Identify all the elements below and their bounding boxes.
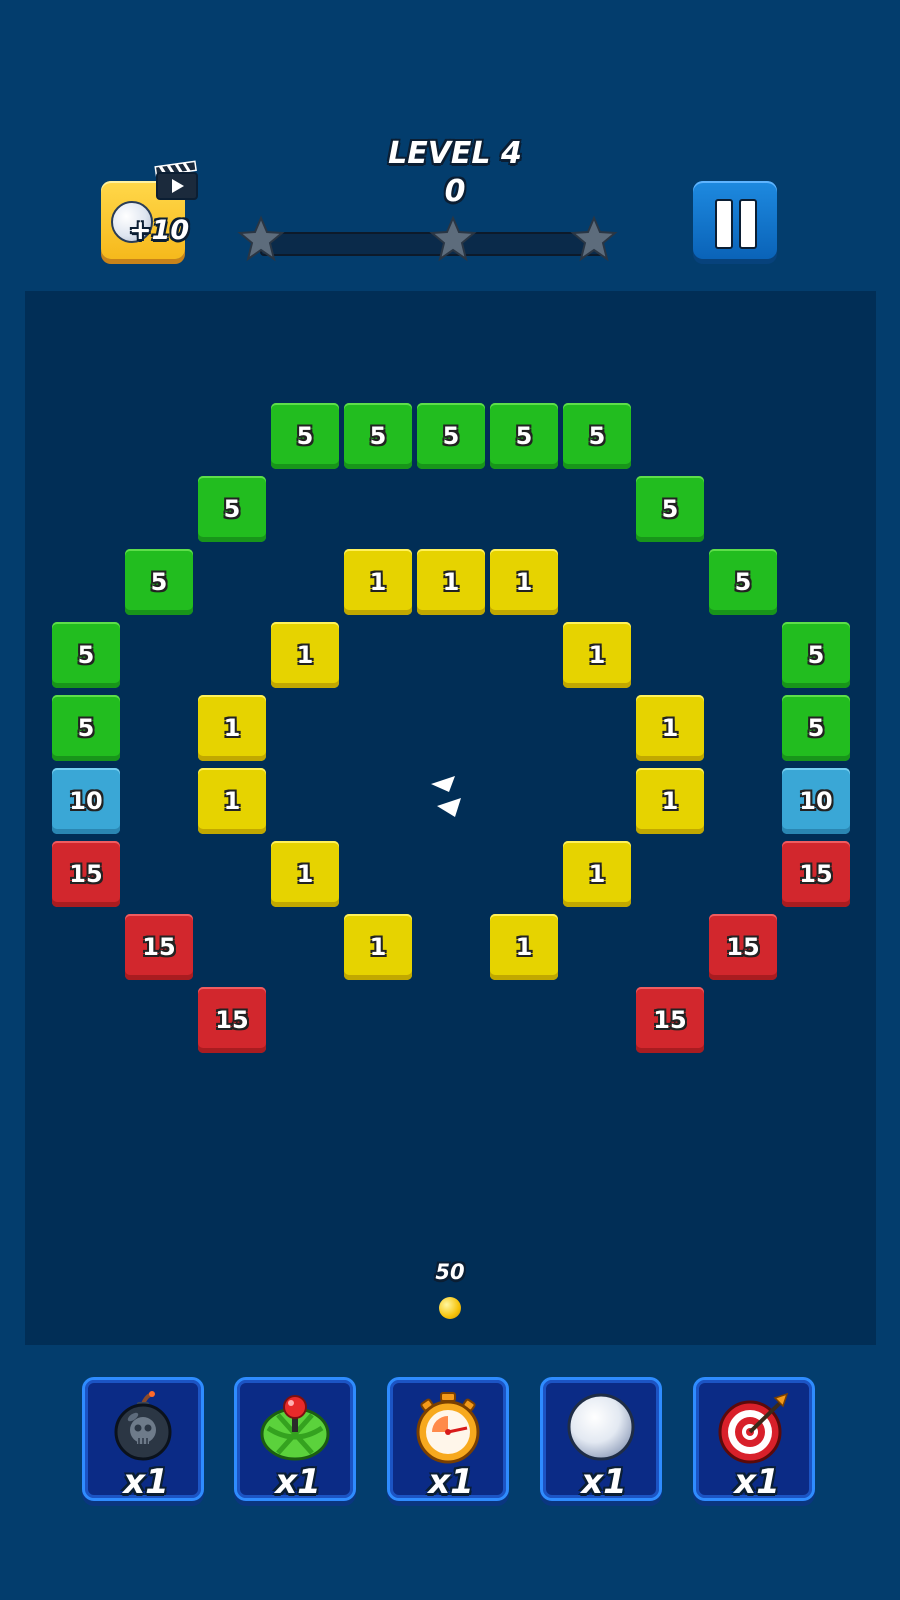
joystick-icon xyxy=(260,1395,330,1461)
yellow-brick: 1 xyxy=(490,914,558,980)
yellow-brick: 1 xyxy=(563,841,631,907)
yellow-brick: 1 xyxy=(563,622,631,688)
red-brick: 15 xyxy=(198,987,266,1053)
brick-hit-count: 5 xyxy=(515,422,533,450)
brick-hit-count: 5 xyxy=(296,422,314,450)
red-brick: 15 xyxy=(782,841,850,907)
brick-hit-count: 5 xyxy=(807,641,825,669)
brick-hit-count: 15 xyxy=(799,860,833,888)
green-brick: 5 xyxy=(52,695,120,761)
powerup-bomb-button[interactable]: x1 xyxy=(82,1377,204,1502)
red-brick: 15 xyxy=(636,987,704,1053)
brick-hit-count: 1 xyxy=(442,568,460,596)
powerup-stopwatch-button[interactable]: x1 xyxy=(387,1377,509,1502)
target-icon xyxy=(718,1392,789,1464)
green-brick: 5 xyxy=(52,622,120,688)
powerup-count: x1 xyxy=(275,1462,321,1502)
level-title: LEVEL 4 xyxy=(388,136,522,171)
powerup-target-button[interactable]: x1 xyxy=(693,1377,815,1502)
brick-hit-count: 1 xyxy=(223,714,241,742)
brick-hit-count: 15 xyxy=(215,1006,249,1034)
red-brick: 15 xyxy=(709,914,777,980)
ad-bonus-label: +10 xyxy=(129,215,190,246)
brick-hit-count: 10 xyxy=(799,787,833,815)
brick-hit-count: 1 xyxy=(369,933,387,961)
yellow-brick: 1 xyxy=(271,841,339,907)
brick-hit-count: 1 xyxy=(661,714,679,742)
green-brick: 5 xyxy=(563,403,631,469)
brick-hit-count: 10 xyxy=(69,787,103,815)
brick-hit-count: 15 xyxy=(142,933,176,961)
aim-cursor-icon xyxy=(431,776,461,817)
brick-hit-count: 1 xyxy=(588,641,606,669)
powerup-count: x1 xyxy=(123,1462,169,1502)
powerup-count: x1 xyxy=(428,1462,474,1502)
brick-hit-count: 5 xyxy=(661,495,679,523)
green-brick: 5 xyxy=(344,403,412,469)
red-brick: 15 xyxy=(125,914,193,980)
brick-hit-count: 5 xyxy=(588,422,606,450)
yellow-brick: 1 xyxy=(271,622,339,688)
brick-hit-count: 15 xyxy=(69,860,103,888)
green-brick: 5 xyxy=(198,476,266,542)
stopwatch-icon xyxy=(416,1392,480,1464)
yellow-brick: 1 xyxy=(636,768,704,834)
launch-ball[interactable] xyxy=(439,1297,461,1319)
brick-hit-count: 5 xyxy=(807,714,825,742)
pause-button[interactable] xyxy=(693,181,777,259)
brick-hit-count: 1 xyxy=(515,568,533,596)
red-brick: 15 xyxy=(52,841,120,907)
brick-hit-count: 5 xyxy=(369,422,387,450)
brick-hit-count: 1 xyxy=(296,641,314,669)
powerup-count: x1 xyxy=(581,1462,627,1502)
pause-icon xyxy=(739,199,757,249)
yellow-brick: 1 xyxy=(417,549,485,615)
brick-hit-count: 15 xyxy=(726,933,760,961)
green-brick: 5 xyxy=(782,695,850,761)
pause-icon xyxy=(715,199,733,249)
yellow-brick: 1 xyxy=(344,914,412,980)
blue-brick: 10 xyxy=(782,768,850,834)
brick-hit-count: 1 xyxy=(661,787,679,815)
powerup-joystick-button[interactable]: x1 xyxy=(234,1377,356,1502)
brick-hit-count: 5 xyxy=(442,422,460,450)
green-brick: 5 xyxy=(636,476,704,542)
brick-hit-count: 5 xyxy=(223,495,241,523)
green-brick: 5 xyxy=(782,622,850,688)
ball-count-label: 50 xyxy=(435,1260,465,1284)
green-brick: 5 xyxy=(271,403,339,469)
green-brick: 5 xyxy=(709,549,777,615)
brick-hit-count: 15 xyxy=(653,1006,687,1034)
brick-hit-count: 1 xyxy=(588,860,606,888)
yellow-brick: 1 xyxy=(490,549,558,615)
blue-brick: 10 xyxy=(52,768,120,834)
brick-hit-count: 1 xyxy=(296,860,314,888)
yellow-brick: 1 xyxy=(198,768,266,834)
brick-hit-count: 1 xyxy=(515,933,533,961)
brick-hit-count: 5 xyxy=(150,568,168,596)
brick-hit-count: 5 xyxy=(734,568,752,596)
yellow-brick: 1 xyxy=(344,549,412,615)
yellow-brick: 1 xyxy=(198,695,266,761)
brick-hit-count: 5 xyxy=(77,714,95,742)
green-brick: 5 xyxy=(417,403,485,469)
green-brick: 5 xyxy=(490,403,558,469)
brick-hit-count: 1 xyxy=(369,568,387,596)
progress-star-2-icon xyxy=(429,215,477,262)
brick-hit-count: 1 xyxy=(223,787,241,815)
progress-star-1-icon xyxy=(237,215,285,262)
progress-star-3-icon xyxy=(570,215,618,262)
powerup-extra-ball-button[interactable]: x1 xyxy=(540,1377,662,1502)
bomb-icon xyxy=(114,1391,172,1461)
extra-ball-icon xyxy=(567,1393,635,1461)
brick-hit-count: 5 xyxy=(77,641,95,669)
green-brick: 5 xyxy=(125,549,193,615)
powerup-count: x1 xyxy=(734,1462,780,1502)
yellow-brick: 1 xyxy=(636,695,704,761)
